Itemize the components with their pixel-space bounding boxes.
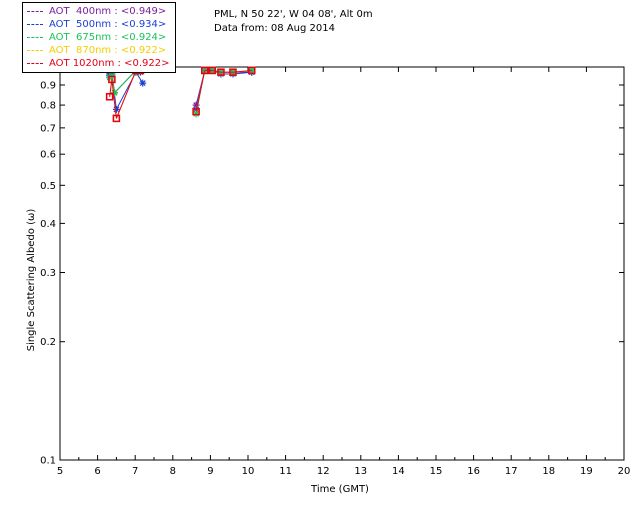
x-tick-label: 20: [618, 466, 631, 477]
legend-swatch: [27, 24, 43, 25]
x-tick-label: 18: [542, 466, 555, 477]
legend-swatch: [27, 63, 43, 64]
x-tick-label: 10: [242, 466, 255, 477]
series-line: [195, 70, 206, 112]
data-point: [139, 79, 147, 87]
x-tick-label: 5: [57, 466, 63, 477]
y-tick-label: 0.2: [40, 337, 56, 348]
y-tick-label: 0.4: [40, 219, 56, 230]
y-tick-label: 0.6: [40, 150, 56, 161]
axes: [59, 66, 625, 461]
x-tick-label: 16: [467, 466, 480, 477]
chart-canvas: 5 6 7 8 9 10 11 12 13 14 15 16 17 18 19 20 0.1 0.2 0.3 0.4 0…: [26, 63, 630, 496]
legend-label: AOT 400nm : <0.949>: [49, 6, 167, 17]
x-tick-label: 7: [132, 466, 138, 477]
legend-entry: AOT 400nm : <0.949>: [27, 5, 169, 18]
y-tick-label: 0.5: [40, 181, 56, 192]
x-axis-label: Time (GMT): [310, 484, 369, 495]
legend-swatch: [27, 37, 43, 38]
site-location: PML, N 50 22', W 04 08', Alt 0m: [214, 9, 373, 20]
y-tick-label: 0.7: [40, 123, 56, 134]
legend-entry: AOT 870nm : <0.922>: [27, 44, 169, 57]
x-tick-label: 9: [207, 466, 213, 477]
x-tick-label: 19: [580, 466, 593, 477]
x-tick-label: 11: [279, 466, 292, 477]
legend-label: AOT 675nm : <0.924>: [49, 32, 167, 43]
ticks: 5 6 7 8 9 10 11 12 13 14 15 16 17 18 19 20 0.1 0.2 0.3 0.4 0…: [40, 63, 630, 478]
x-tick-label: 17: [505, 466, 518, 477]
legend-swatch: [27, 50, 43, 51]
series-group: [105, 66, 256, 123]
legend-entry: AOT 500nm : <0.934>: [27, 18, 169, 31]
y-tick-label: 0.3: [40, 268, 56, 279]
site-info: PML, N 50 22', W 04 08', Alt 0m Data fro…: [214, 8, 373, 36]
x-tick-label: 15: [430, 466, 443, 477]
legend-label: AOT 500nm : <0.934>: [49, 19, 167, 30]
x-tick-label: 8: [170, 466, 176, 477]
data-date: Data from: 08 Aug 2014: [214, 23, 335, 34]
legend-entry: AOT 675nm : <0.924>: [27, 31, 169, 44]
y-axis-label: Single Scattering Albedo (ω): [26, 209, 37, 352]
legend: AOT 400nm : <0.949> AOT 500nm : <0.934> …: [22, 2, 177, 73]
x-tick-label: 6: [94, 466, 100, 477]
series-line: [115, 70, 137, 119]
legend-label: AOT 1020nm : <0.922>: [49, 58, 170, 69]
legend-swatch: [27, 11, 43, 12]
legend-label: AOT 870nm : <0.922>: [49, 45, 167, 56]
x-tick-label: 13: [354, 466, 367, 477]
y-tick-label: 0.1: [40, 456, 56, 467]
series-layer: [105, 66, 256, 123]
y-tick-label: 0.9: [40, 80, 56, 91]
x-tick-label: 12: [317, 466, 330, 477]
plot-frame: [59, 66, 625, 461]
y-tick-label: 0.8: [40, 101, 56, 112]
legend-entry: AOT 1020nm : <0.922>: [27, 57, 169, 70]
x-tick-label: 14: [392, 466, 405, 477]
